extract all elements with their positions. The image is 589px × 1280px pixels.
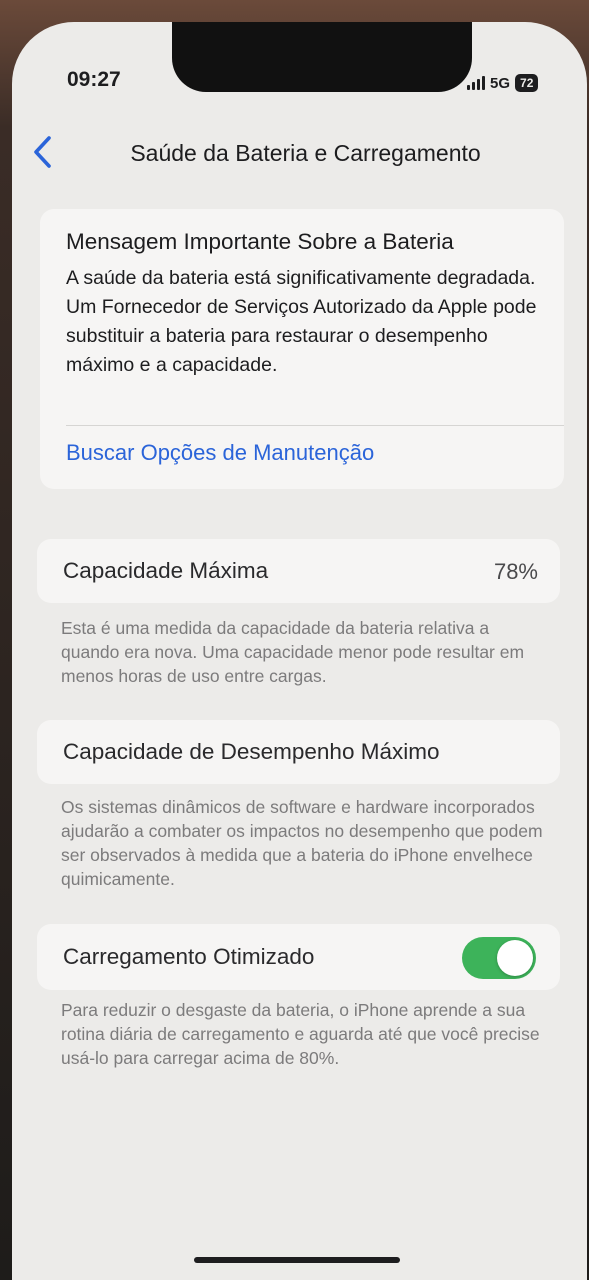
message-title: Mensagem Importante Sobre a Bateria	[66, 229, 454, 254]
status-time: 09:27	[67, 68, 121, 91]
optimized-charging-toggle[interactable]	[462, 937, 536, 979]
optimized-charging-footnote: Para reduzir o desgaste da bateria, o iP…	[61, 1000, 540, 1068]
max-capacity-label: Capacidade Máxima	[63, 558, 269, 583]
page-title: Saúde da Bateria e Carregamento	[130, 140, 481, 166]
toggle-knob	[497, 940, 533, 976]
status-indicators: 5G 72	[467, 74, 539, 92]
peak-performance-label: Capacidade de Desempenho Máximo	[63, 739, 440, 764]
navigation-bar: Saúde da Bateria e Carregamento	[12, 130, 587, 176]
divider	[66, 425, 564, 426]
chevron-left-icon	[34, 136, 51, 168]
cellular-signal-icon	[467, 76, 485, 90]
network-type: 5G	[490, 74, 511, 92]
max-capacity-footnote: Esta é uma medida da capacidade da bater…	[61, 618, 525, 686]
message-body: A saúde da bateria está significativamen…	[66, 267, 537, 376]
battery-icon: 72	[515, 74, 539, 92]
service-options-link[interactable]: Buscar Opções de Manutenção	[66, 440, 374, 466]
optimized-charging-label: Carregamento Otimizado	[63, 944, 315, 969]
notch	[172, 22, 472, 92]
optimized-charging-row: Carregamento Otimizado	[37, 924, 560, 990]
battery-message-card: Mensagem Importante Sobre a Bateria A sa…	[40, 209, 564, 489]
peak-performance-footnote: Os sistemas dinâmicos de software e hard…	[61, 797, 543, 889]
max-capacity-value: 78%	[493, 559, 538, 584]
back-button[interactable]	[30, 132, 58, 172]
home-indicator[interactable]	[194, 1257, 400, 1263]
peak-performance-row: Capacidade de Desempenho Máximo	[37, 720, 560, 784]
screen: 09:27 5G 72 Saúde da Bateria e Carregame…	[12, 22, 587, 1280]
max-capacity-row: Capacidade Máxima 78%	[37, 539, 560, 603]
